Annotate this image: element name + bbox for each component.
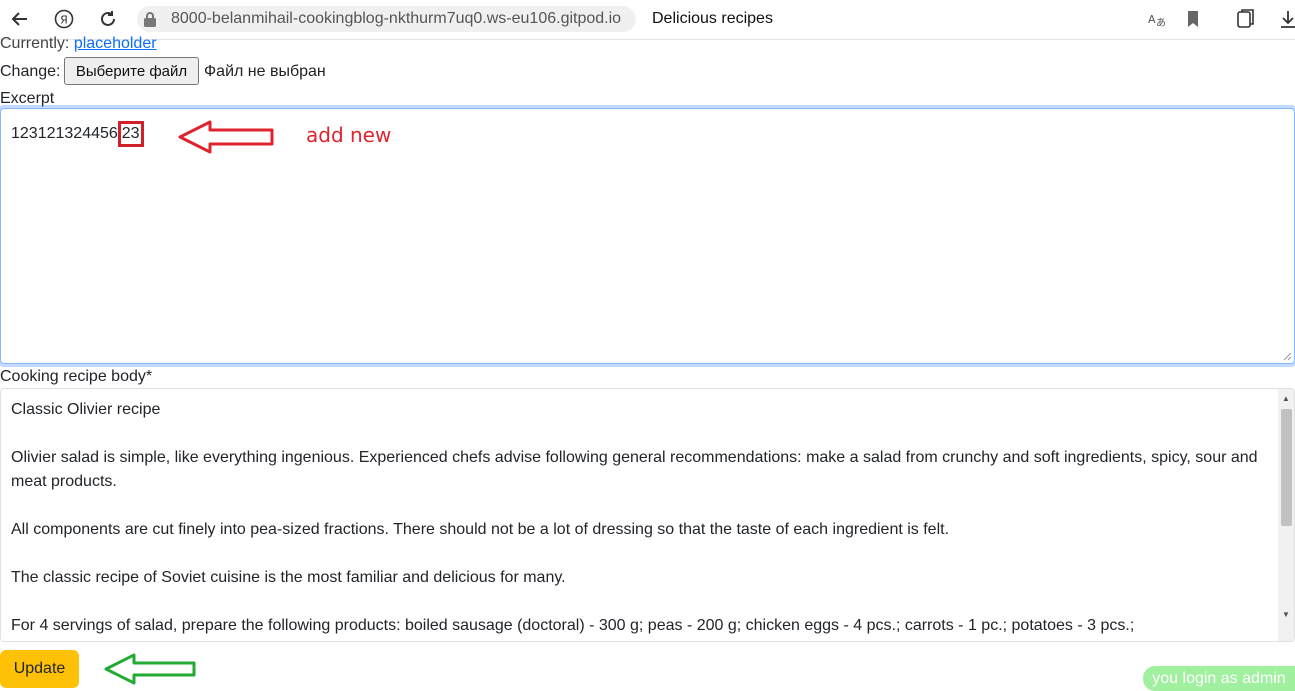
yandex-icon[interactable]: Я — [52, 7, 76, 31]
svg-text:Я: Я — [60, 14, 68, 27]
login-status-badge: you login as admin — [1143, 666, 1295, 691]
svg-text:A: A — [1148, 13, 1156, 26]
green-arrow-annotation-icon — [104, 653, 196, 685]
page-title: Delicious recipes — [652, 10, 773, 27]
body-paragraph: Olivier salad is simple, like everything… — [11, 449, 1258, 490]
body-paragraph: For 4 servings of salad, prepare the fol… — [11, 617, 1135, 634]
address-bar[interactable]: 8000-belanmihail-cookingblog-nkthurm7uq0… — [137, 6, 636, 32]
excerpt-new-text-highlight: 23 — [117, 121, 144, 147]
currently-label: Currently: — [0, 35, 70, 52]
scroll-up-icon[interactable]: ▲ — [1278, 391, 1294, 405]
download-icon[interactable] — [1277, 8, 1295, 30]
body-paragraph: The classic recipe of Soviet cuisine is … — [11, 569, 566, 586]
body-text: Classic Olivier recipe Olivier salad is … — [11, 398, 1273, 641]
back-arrow-icon[interactable] — [8, 7, 32, 31]
add-new-annotation: add new — [306, 123, 392, 147]
svg-text:あ: あ — [1156, 17, 1166, 29]
change-label: Change: — [0, 63, 61, 80]
excerpt-new-text: 23 — [121, 125, 140, 142]
excerpt-label: Excerpt — [0, 90, 55, 107]
body-scrollbar[interactable]: ▲ ▼ — [1278, 389, 1294, 641]
body-paragraph: Classic Olivier recipe — [11, 401, 161, 418]
collections-icon[interactable] — [1235, 8, 1257, 30]
browser-toolbar: Я 8000-belanmihail-cookingblog-nkthurm7u… — [0, 0, 1295, 40]
current-image-link[interactable]: placeholder — [74, 35, 157, 52]
bookmark-icon[interactable] — [1182, 8, 1204, 30]
body-paragraph: All components are cut finely into pea-s… — [11, 521, 950, 538]
resize-grip-icon[interactable] — [1282, 351, 1292, 361]
excerpt-text: 123121324456 — [11, 125, 118, 142]
lock-icon — [144, 12, 156, 27]
update-button[interactable]: Update — [0, 650, 79, 688]
file-status: Файл не выбран — [204, 63, 326, 80]
reload-icon[interactable] — [96, 7, 120, 31]
scroll-thumb[interactable] — [1281, 409, 1292, 526]
body-textarea[interactable]: Classic Olivier recipe Olivier salad is … — [0, 388, 1295, 642]
currently-row: Currently: placeholder — [0, 35, 157, 53]
scroll-down-icon[interactable]: ▼ — [1278, 607, 1294, 621]
body-label: Cooking recipe body* — [0, 368, 153, 385]
red-arrow-annotation-icon — [178, 120, 274, 154]
choose-file-button[interactable]: Выберите файл — [64, 57, 199, 85]
translate-icon[interactable]: Aあ — [1146, 8, 1168, 30]
address-bar-url: 8000-belanmihail-cookingblog-nkthurm7uq0… — [171, 10, 622, 27]
